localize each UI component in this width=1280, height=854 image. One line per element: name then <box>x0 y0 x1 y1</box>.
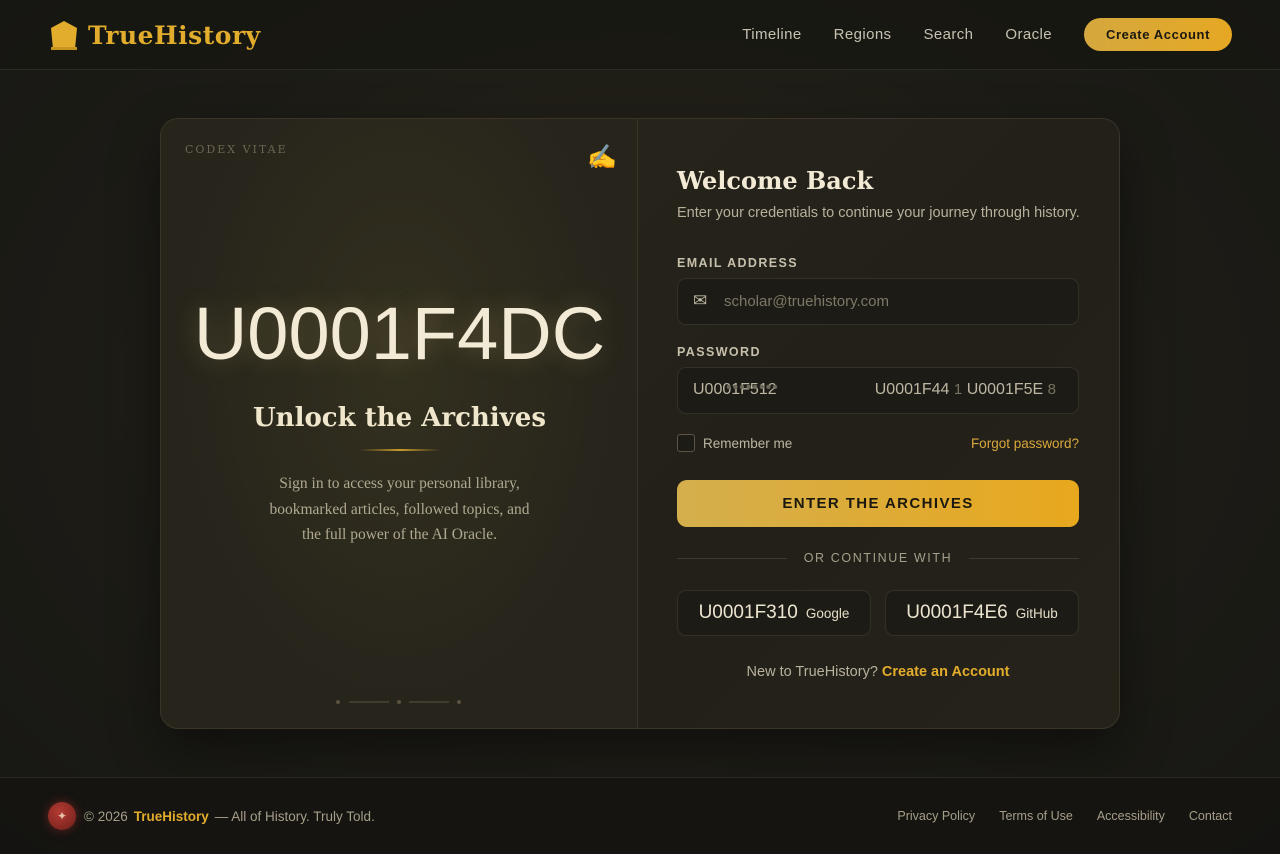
google-label: Google <box>805 605 850 621</box>
remember-me-checkbox[interactable] <box>677 434 695 452</box>
password-label: PASSWORD <box>677 345 761 359</box>
codex-label: CODEX VITAE <box>185 143 288 156</box>
brand-name: TrueHistory <box>88 20 261 50</box>
mail-icon: ✉ <box>693 291 708 310</box>
google-signin-button[interactable]: U0001F310 Google <box>677 590 871 636</box>
top-navigation-bar: TrueHistory Timeline Regions Search Orac… <box>0 0 1280 70</box>
scroll-glyph: U0001F4DC <box>193 292 606 375</box>
terms-of-use-link[interactable]: Terms of Use <box>999 809 1073 823</box>
privacy-policy-link[interactable]: Privacy Policy <box>897 809 975 823</box>
password-visibility-toggle[interactable]: U0001F44 1 U0001F5E 8 <box>875 381 1056 399</box>
package-icon: U0001F4E6 <box>906 602 1008 623</box>
create-account-button[interactable]: Create Account <box>1084 18 1232 51</box>
divider-line-right <box>969 558 1079 559</box>
or-divider: OR CONTINUE WITH <box>677 551 1079 567</box>
accessibility-link[interactable]: Accessibility <box>1097 809 1165 823</box>
login-card: CODEX VITAE ✍ U0001F4DC Unlock the Archi… <box>160 118 1120 729</box>
globe-icon: U0001F310 <box>698 602 798 623</box>
github-signin-button[interactable]: U0001F4E6 GitHub <box>885 590 1079 636</box>
form-title: Welcome Back <box>677 166 874 195</box>
seal-icon: ✦ <box>48 802 76 830</box>
forgot-password-link[interactable]: Forgot password? <box>971 436 1079 451</box>
eye-glyph: U0001F44 <box>874 381 950 398</box>
eye-glyph-suffix: 1 <box>953 381 963 398</box>
nav-link-regions[interactable]: Regions <box>834 26 892 43</box>
footer-copyright: © 2026 TrueHistory — All of History. Truly… <box>84 809 375 824</box>
main-nav: Timeline Regions Search Oracle Create Ac… <box>742 18 1232 51</box>
eye-slash-glyph-suffix: 8 <box>1047 381 1056 398</box>
email-field[interactable]: ✉ <box>677 278 1079 325</box>
quill-icon: ✍ <box>587 144 617 171</box>
create-account-link[interactable]: Create an Account <box>882 664 1010 680</box>
title-divider <box>360 449 440 451</box>
signup-prompt-text: New to TrueHistory? <box>746 664 878 680</box>
footer-tagline: — All of History. Truly Told. <box>214 809 375 824</box>
remember-me-label: Remember me <box>703 435 793 451</box>
nav-link-timeline[interactable]: Timeline <box>742 26 801 43</box>
footer-links: Privacy Policy Terms of Use Accessibilit… <box>873 809 1232 823</box>
hero-title: Unlock the Archives <box>253 403 546 433</box>
password-field[interactable]: U0001F512 •••••••• U0001F44 1 U0001F5E 8 <box>677 367 1079 414</box>
footer-brand[interactable]: TrueHistory <box>134 809 209 824</box>
hero-description: Sign in to access your personal library,… <box>269 475 530 543</box>
brand-logo-link[interactable]: TrueHistory <box>48 18 261 52</box>
email-label: EMAIL ADDRESS <box>677 256 798 270</box>
form-subtitle: Enter your credentials to continue your … <box>677 205 1080 221</box>
github-label: GitHub <box>1015 605 1058 621</box>
signup-prompt: New to TrueHistory? Create an Account <box>677 664 1079 680</box>
enter-archives-button[interactable]: ENTER THE ARCHIVES <box>677 480 1079 527</box>
ornament-divider <box>336 700 461 704</box>
remember-me-toggle[interactable]: Remember me <box>677 434 792 452</box>
contact-link[interactable]: Contact <box>1189 809 1232 823</box>
email-input[interactable] <box>724 279 1064 324</box>
copyright-year: © 2026 <box>84 809 128 824</box>
nav-link-oracle[interactable]: Oracle <box>1005 26 1052 43</box>
archive-hero-panel: CODEX VITAE ✍ U0001F4DC Unlock the Archi… <box>161 119 638 728</box>
eye-slash-glyph: U0001F5E <box>966 381 1044 398</box>
password-mask: •••••••• <box>726 379 779 396</box>
nav-link-search[interactable]: Search <box>923 26 973 43</box>
temple-icon <box>51 21 77 50</box>
page-footer: ✦ © 2026 TrueHistory — All of History. Tru… <box>0 777 1280 854</box>
